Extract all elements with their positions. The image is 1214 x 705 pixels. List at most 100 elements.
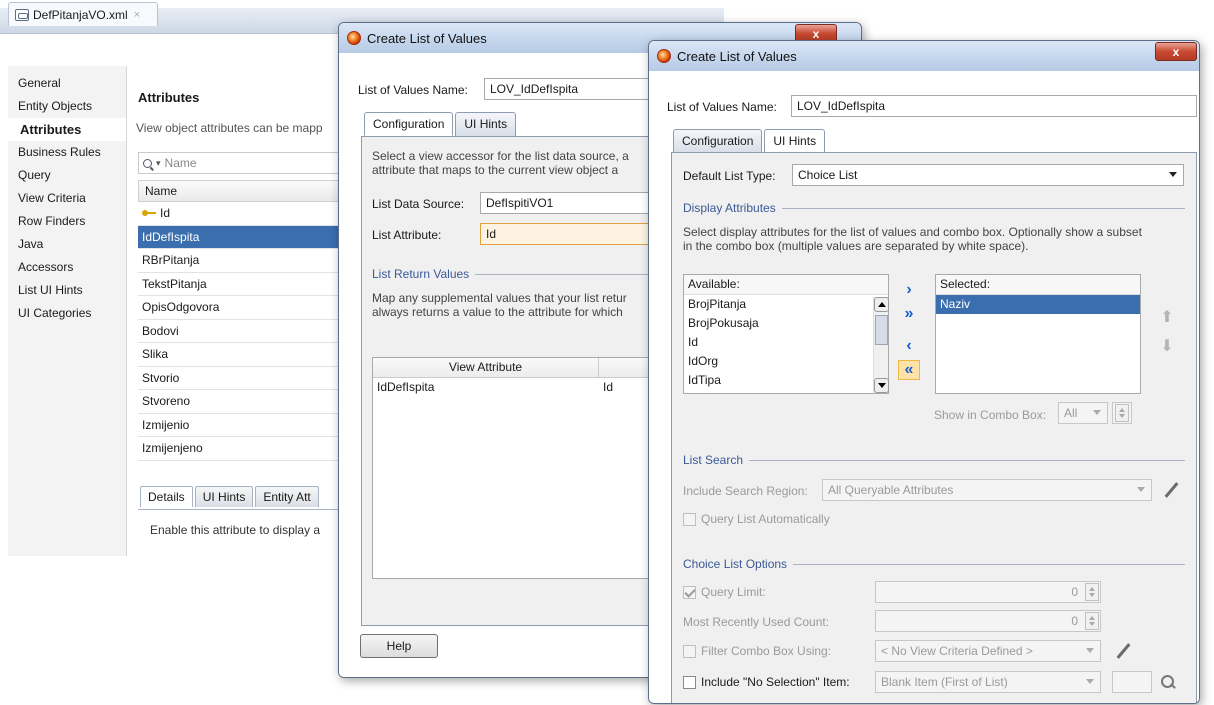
show-in-combo-stepper[interactable] [1112,402,1132,424]
query-limit-stepper[interactable]: 0 [875,581,1101,603]
list-item[interactable]: IdTipa [684,371,888,390]
tab-configuration[interactable]: Configuration [673,129,763,153]
checkbox-label: Filter Combo Box Using: [701,644,832,658]
selected-list[interactable]: Selected: Naziv [935,274,1141,394]
tab-configuration[interactable]: Configuration [364,112,454,136]
available-list[interactable]: Available: BrojPitanja BrojPokusaja Id I… [683,274,889,394]
table-row[interactable]: Stvoreno [138,390,348,414]
move-up-icon[interactable]: ⬆ [1158,308,1176,326]
table-row[interactable]: Izmijenjeno [138,437,348,461]
nav-item-business-rules[interactable]: Business Rules [8,141,126,164]
scrollbar[interactable] [873,297,889,393]
column-header-view-attribute[interactable]: View Attribute [373,358,599,377]
table-row[interactable]: Stvorio [138,367,348,390]
list-item[interactable]: Naziv [936,295,1140,314]
nav-item-list-ui-hints[interactable]: List UI Hints [8,279,126,302]
list-item[interactable]: Id [684,333,888,352]
include-no-selection-checkbox[interactable]: Include "No Selection" Item: [683,675,850,689]
nav-item-row-finders[interactable]: Row Finders [8,210,126,233]
select-value: Choice List [798,168,858,182]
move-left-icon[interactable]: ‹ [898,336,920,356]
nav-item-accessors[interactable]: Accessors [8,256,126,279]
scroll-down-icon[interactable] [874,378,889,393]
move-right-icon[interactable]: › [898,280,920,300]
table-row[interactable]: IdDefIspita Id [373,378,671,396]
dialog-titlebar[interactable]: Create List of Values [649,41,1199,71]
nav-item-query[interactable]: Query [8,164,126,187]
checkbox-box[interactable] [683,512,696,526]
table-row[interactable]: OpisOdgovora [138,296,348,320]
tab-ui-hints[interactable]: UI Hints [764,129,826,153]
tab-details[interactable]: Details [140,486,193,507]
move-down-icon[interactable]: ⬇ [1158,337,1176,355]
table-row[interactable]: Izmijenio [138,414,348,437]
table-row[interactable]: Id [138,202,348,226]
edit-pencil-icon[interactable] [1162,481,1180,499]
enable-hint-text: Enable this attribute to display a [150,523,321,537]
nav-item-attributes[interactable]: Attributes [8,118,126,141]
table-row[interactable]: Slika [138,343,348,367]
select-value: < No View Criteria Defined > [881,644,1033,658]
filter-combo-select[interactable]: < No View Criteria Defined > [875,640,1101,662]
list-item[interactable]: IdOrg [684,352,888,371]
scroll-thumb[interactable] [875,315,888,345]
stepper-buttons[interactable] [1085,612,1099,630]
section-title: Display Attributes [683,201,776,215]
close-button[interactable]: x [1155,42,1197,61]
selected-label: Selected: [936,275,1140,295]
query-limit-checkbox[interactable]: Query Limit: [683,585,766,599]
chevron-down-icon [1137,487,1145,492]
table-row[interactable]: RBrPitanja [138,249,348,273]
search-icon[interactable] [1160,674,1176,690]
checkbox-label: Include "No Selection" Item: [701,675,850,689]
ui-hints-panel: Default List Type: Choice List Display A… [671,152,1197,703]
tab-ui-hints[interactable]: UI Hints [455,112,517,136]
nav-item-java[interactable]: Java [8,233,126,256]
filter-combo-checkbox[interactable]: Filter Combo Box Using: [683,644,831,658]
include-no-selection-select[interactable]: Blank Item (First of List) [875,671,1101,693]
list-item[interactable]: BrojPokusaja [684,314,888,333]
checkbox-box[interactable] [683,644,696,658]
default-list-type-select[interactable]: Choice List [792,164,1184,186]
attribute-search-input[interactable]: ▾ Name [138,152,348,174]
table-cell-view-attribute: IdDefIspita [377,380,435,394]
mru-count-stepper[interactable]: 0 [875,610,1101,632]
search-icon[interactable] [143,158,152,168]
display-attributes-section: Display Attributes [683,201,1185,215]
tab-ui-hints[interactable]: UI Hints [194,486,254,507]
move-all-left-icon[interactable]: « [898,360,920,380]
nav-item-ui-categories[interactable]: UI Categories [8,302,126,325]
divider [749,459,1185,461]
move-all-right-icon[interactable]: » [898,304,920,324]
table-row[interactable]: TekstPitanja [138,273,348,296]
table-row[interactable]: IdDefIspita [138,225,348,249]
stepper-buttons[interactable] [1115,404,1129,422]
table-row[interactable]: Bodovi [138,320,348,343]
column-header-name[interactable]: Name [138,180,348,202]
attributes-table: Name Id IdDefIspita RBrPitanja TekstPita… [138,180,348,461]
nav-item-view-criteria[interactable]: View Criteria [8,187,126,210]
list-item[interactable]: BrojPitanja [684,295,888,314]
table-header: View Attribute [373,358,671,378]
nav-item-entity-objects[interactable]: Entity Objects [8,95,126,118]
stepper-buttons[interactable] [1085,583,1099,601]
tab-entity-attribute[interactable]: Entity Att [255,486,319,507]
edit-pencil-icon[interactable] [1114,642,1132,660]
no-selection-text-field[interactable] [1112,671,1152,693]
include-search-region-select[interactable]: All Queryable Attributes [822,479,1152,501]
query-list-automatically-checkbox[interactable]: Query List Automatically [683,512,830,526]
scroll-up-icon[interactable] [874,297,889,312]
xml-file-icon [15,8,29,21]
select-value: All [1064,406,1078,420]
section-title: List Search [683,453,744,467]
help-button[interactable]: Help [360,634,438,658]
select-value: All Queryable Attributes [828,483,954,497]
checkbox-box[interactable] [683,585,696,599]
editor-tab[interactable]: DefPitanjaVO.xml × [8,2,158,26]
show-in-combo-select[interactable]: All [1058,402,1108,424]
checkbox-box[interactable] [683,675,696,689]
lov-name-input[interactable]: LOV_IdDefIspita [791,95,1197,117]
nav-item-general[interactable]: General [8,72,126,95]
attributes-description: View object attributes can be mapp [136,121,323,135]
tab-close-icon[interactable]: × [134,9,140,21]
